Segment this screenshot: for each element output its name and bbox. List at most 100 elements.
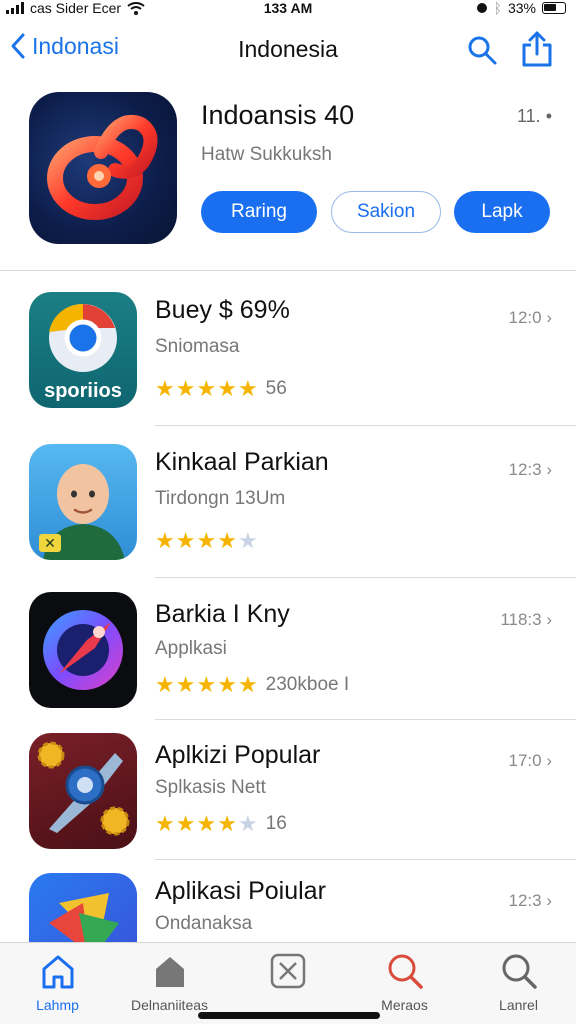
featured-more-indicator: 11. • <box>517 106 552 126</box>
rocket-logo-icon <box>43 610 123 690</box>
chevron-right-icon: › <box>546 891 552 910</box>
star-filled-icon: ★ <box>155 811 175 836</box>
star-filled-icon: ★ <box>175 672 196 697</box>
star-filled-icon: ★ <box>155 376 175 401</box>
app-rating: ★ ★ ★ ★ ★ 56 <box>155 378 287 400</box>
item-divider <box>155 425 576 426</box>
list-item[interactable]: Aplikasi Poiular Ondanaksa 12:3 › <box>0 873 576 942</box>
app-time[interactable]: 12:3 › <box>509 891 553 911</box>
share-icon <box>522 31 552 67</box>
battery-percent: 33% <box>507 0 536 16</box>
star-filled-icon: ★ <box>175 811 196 836</box>
star-filled-icon: ★ <box>196 811 217 836</box>
item-divider <box>155 577 576 578</box>
chevron-right-icon: › <box>546 610 552 629</box>
app-subtitle: Applkasi <box>155 638 227 659</box>
tab-label: Lahmp <box>36 997 79 1013</box>
star-filled-icon: ★ <box>175 376 196 401</box>
tab-search[interactable]: Lanrel <box>461 949 576 1013</box>
star-filled-icon: ★ <box>217 811 237 836</box>
app-icon <box>29 592 137 708</box>
star-filled-icon: ★ <box>196 528 217 553</box>
search-icon <box>502 954 537 989</box>
app-icon: ✕ <box>29 444 137 560</box>
battery-icon <box>542 2 566 14</box>
app-rating: ★ ★ ★ ★ ★ 16 <box>155 813 287 835</box>
app-icon-label: sporiios <box>44 380 122 402</box>
star-filled-icon: ★ <box>217 672 237 697</box>
chevron-right-icon: › <box>546 751 552 770</box>
app-time[interactable]: 12:3 › <box>509 460 553 480</box>
tab-label: Meraos <box>381 997 428 1013</box>
star-rating: ★ ★ ★ ★ ★ <box>155 530 258 552</box>
app-title: Kinkaal Parkian <box>155 448 329 476</box>
chevron-right-icon: › <box>546 308 552 327</box>
star-empty-icon: ★ <box>237 811 258 836</box>
app-icon <box>29 733 137 849</box>
plane-gears-icon <box>37 741 130 836</box>
shapes-logo-icon <box>49 893 119 942</box>
app-rating: ★ ★ ★ ★ ★ <box>155 530 266 552</box>
search-button[interactable] <box>466 34 498 71</box>
home-indicator <box>198 1012 380 1019</box>
featured-app-icon[interactable] <box>29 92 177 244</box>
app-subtitle: Sniomasa <box>155 336 240 357</box>
app-subtitle: Ondanaksa <box>155 913 253 934</box>
rating-count: 56 <box>265 378 287 399</box>
app-time[interactable]: 12:0 › <box>509 308 553 328</box>
featured-app-subtitle: Hatw Sukkuksh <box>201 144 332 165</box>
app-subtitle: Tirdongn 13Um <box>155 488 286 509</box>
search-icon <box>388 954 423 989</box>
home-filled-icon <box>155 957 184 987</box>
star-rating: ★ ★ ★ ★ ★ <box>155 813 258 835</box>
app-time-text: 17:0 <box>508 751 542 770</box>
rating-count: 230kboe I <box>265 674 350 695</box>
rating-count: 16 <box>265 813 287 834</box>
app-subtitle: Splkasis Nett <box>155 777 266 798</box>
list-item[interactable]: ✕ Kinkaal Parkian Tirdongn 13Um ★ ★ ★ ★ ★ 12… <box>0 444 576 584</box>
star-filled-icon: ★ <box>217 376 237 401</box>
chevron-right-icon: › <box>546 460 552 479</box>
status-bar: cas Sider Ecer 133 AM ᛒ 33% <box>0 0 576 18</box>
status-right: ᛒ 33% <box>476 0 566 16</box>
bluetooth-icon: ᛒ <box>493 0 502 16</box>
star-empty-icon: ★ <box>237 528 258 553</box>
star-filled-icon: ★ <box>155 672 175 697</box>
nav-bar: Indonasi Indonesia <box>0 24 576 76</box>
tab-apps[interactable] <box>230 949 345 997</box>
star-rating: ★ ★ ★ ★ ★ <box>155 674 258 696</box>
list-item[interactable]: sporiios Buey $ 69% Sniomasa ★ ★ ★ ★ ★ 56 12… <box>0 292 576 432</box>
item-divider <box>155 719 576 720</box>
tab-home[interactable]: Lahmp <box>0 949 115 1013</box>
star-filled-icon: ★ <box>155 528 175 553</box>
star-filled-icon: ★ <box>175 528 196 553</box>
app-title: Aplkizi Popular <box>155 741 321 769</box>
alarm-icon <box>476 3 487 13</box>
share-button[interactable] <box>520 30 554 73</box>
section-button[interactable]: Sakion <box>331 191 441 233</box>
avatar-icon: ✕ <box>39 464 125 560</box>
get-button[interactable]: Lapk <box>454 191 550 233</box>
tab-label: Lanrel <box>499 997 538 1013</box>
list-item[interactable]: Aplkizi Popular Splkasis Nett ★ ★ ★ ★ ★ 16 1… <box>0 733 576 873</box>
tab-label: Delnaniiteas <box>130 997 209 1013</box>
tab-discover[interactable]: Delnaniiteas <box>112 949 227 1013</box>
rating-button[interactable]: Raring <box>201 191 317 233</box>
app-time-text: 12:3 <box>508 891 542 910</box>
star-filled-icon: ★ <box>196 376 217 401</box>
app-time-text: 118:3 <box>500 610 542 629</box>
star-filled-icon: ★ <box>237 672 258 697</box>
app-icon <box>29 873 137 942</box>
app-time[interactable]: 118:3 › <box>500 610 552 630</box>
tab-search-red[interactable]: Meraos <box>347 949 462 1013</box>
star-filled-icon: ★ <box>237 376 258 401</box>
star-filled-icon: ★ <box>217 528 237 553</box>
app-title: Barkia I Kny <box>155 600 290 628</box>
home-icon <box>42 955 73 989</box>
item-divider <box>155 859 576 860</box>
app-time[interactable]: 17:0 › <box>509 751 553 771</box>
star-filled-icon: ★ <box>196 672 217 697</box>
svg-text:✕: ✕ <box>44 535 56 551</box>
pretzel-logo-icon <box>47 115 158 220</box>
list-item[interactable]: Barkia I Kny Applkasi ★ ★ ★ ★ ★ 230kboe I 11… <box>0 592 576 732</box>
